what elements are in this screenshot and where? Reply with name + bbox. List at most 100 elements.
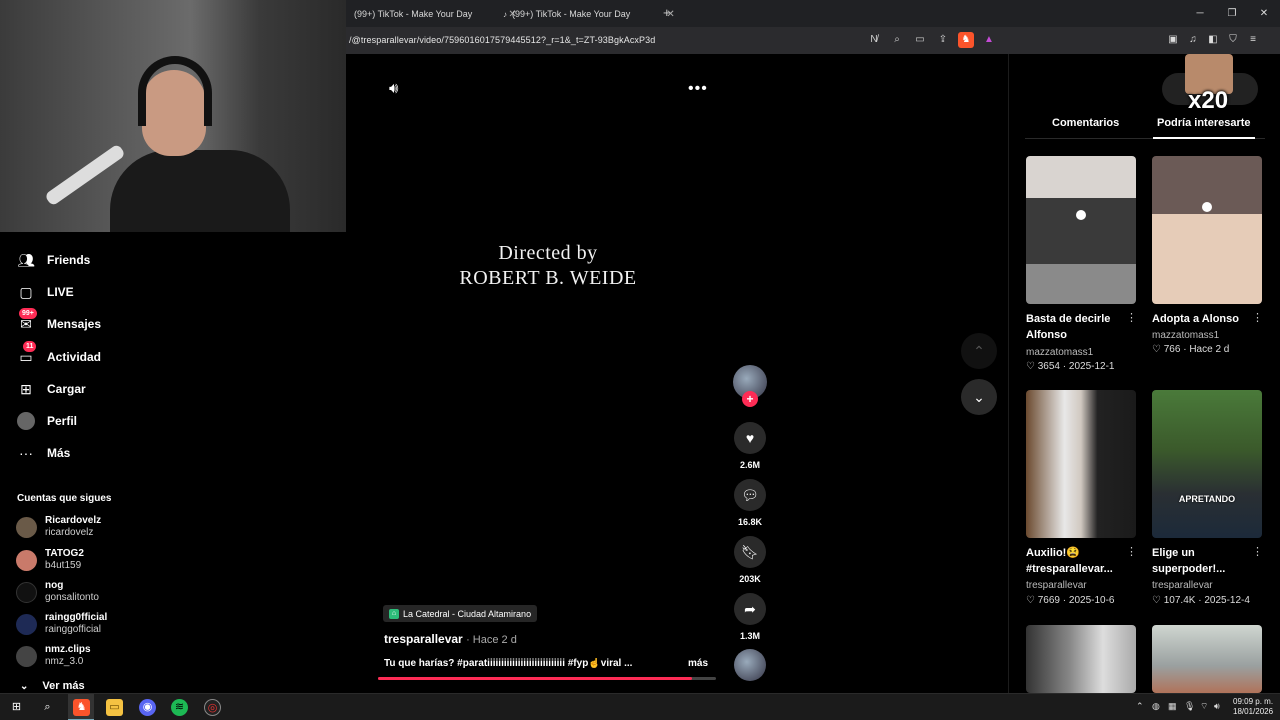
share-action[interactable]: ➦ 1.3M: [732, 593, 768, 641]
following-account[interactable]: TATOG2 b4ut159: [16, 548, 84, 572]
share-arrow-icon[interactable]: ➦: [734, 593, 766, 625]
comment-icon[interactable]: 💬︎: [734, 479, 766, 511]
steam-icon[interactable]: ◍: [1152, 701, 1160, 712]
menu-icon[interactable]: ≡: [1246, 32, 1260, 48]
search-icon[interactable]: ⌕: [39, 699, 56, 716]
following-account[interactable]: nmz.clips nmz_3.0: [16, 644, 91, 668]
clock-time: 09:09 p. m.: [1233, 697, 1274, 706]
following-account[interactable]: raingg0fficial rainggofficial: [16, 612, 107, 636]
volume-icon[interactable]: 🔊︎: [389, 80, 398, 97]
location-label: La Catedral - Ciudad Altamirano: [403, 608, 532, 619]
location-tag[interactable]: ⌂ La Catedral - Ciudad Altamirano: [383, 605, 538, 622]
chevron-down-icon: ⌄: [20, 680, 29, 692]
card-likes: 107.4K: [1163, 595, 1196, 606]
more-options-icon[interactable]: •••: [688, 80, 708, 98]
following-account[interactable]: nog gonsalitonto: [16, 580, 99, 604]
sidebar-item-messages[interactable]: ✉ 99+ Mensajes: [17, 308, 101, 334]
brave-browser-icon[interactable]: ♞: [73, 699, 90, 716]
microphone-icon[interactable]: 🎙︎: [1184, 701, 1195, 712]
card-author[interactable]: tresparallevar: [1152, 580, 1213, 591]
caption-more-button[interactable]: más: [688, 658, 708, 669]
system-clock[interactable]: 09:09 p. m. 18/01/2026: [1233, 697, 1273, 717]
brave-shields-icon[interactable]: ♞: [958, 32, 974, 48]
card-title[interactable]: Auxilio!😫 #tresparallevar...: [1026, 545, 1126, 577]
sound-avatar[interactable]: [734, 649, 766, 681]
discord-icon[interactable]: ◉: [139, 699, 156, 716]
following-account[interactable]: Ricardovelz ricardovelz: [16, 515, 101, 539]
card-date: 2025-12-4: [1204, 595, 1250, 606]
video-thumbnail[interactable]: APRETANDO: [1152, 390, 1262, 538]
sidebar-toggle-icon[interactable]: ◧: [1206, 32, 1220, 48]
restore-icon[interactable]: ❐: [1216, 0, 1248, 27]
follow-plus-icon[interactable]: +: [742, 391, 758, 407]
new-tab-icon[interactable]: +: [663, 5, 671, 20]
video-thumbnail[interactable]: [1152, 625, 1262, 693]
card-author[interactable]: tresparallevar: [1026, 580, 1087, 591]
sidebar-item-more[interactable]: ··· Más: [17, 443, 70, 463]
sidebar-item-upload[interactable]: ⊞ Cargar: [17, 379, 86, 399]
sidebar-item-activity[interactable]: ▭ 11 Actividad: [17, 341, 102, 367]
card-author[interactable]: mazzatomass1: [1026, 347, 1093, 358]
tab-recommended[interactable]: Podría interesarte: [1157, 117, 1251, 129]
tray-chevron-icon[interactable]: ⌃: [1136, 701, 1144, 712]
tab-comments[interactable]: Comentarios: [1052, 117, 1119, 129]
previous-video-button[interactable]: ⌃: [961, 333, 997, 369]
see-more-button[interactable]: ⌄ Ver más: [20, 680, 85, 692]
vpn-icon[interactable]: ⛉: [1226, 32, 1240, 48]
messages-badge: 99+: [19, 308, 37, 319]
video-thumbnail[interactable]: [1026, 390, 1136, 538]
video-author[interactable]: tresparallevar · Hace 2 d: [384, 632, 517, 646]
spotify-icon[interactable]: ≋: [171, 699, 188, 716]
following-header: Cuentas que sigues: [17, 493, 112, 504]
card-menu-icon[interactable]: ⋮: [1126, 311, 1137, 324]
wifi-icon[interactable]: ⌔: [1200, 701, 1208, 712]
obs-icon[interactable]: ◎: [204, 699, 221, 716]
video-thumbnail[interactable]: [1026, 156, 1136, 304]
card-menu-icon[interactable]: ⋮: [1252, 545, 1263, 558]
bookmark-icon[interactable]: 🔖︎: [734, 536, 766, 568]
card-menu-icon[interactable]: ⋮: [1252, 311, 1263, 324]
like-action[interactable]: ♥ 2.6M: [732, 422, 768, 470]
url-field[interactable]: /@tresparallevar/video/75960160175794455…: [349, 35, 655, 45]
heart-icon[interactable]: ♥: [734, 422, 766, 454]
volume-tray-icon[interactable]: 🔊︎: [1214, 701, 1220, 712]
video-thumbnail[interactable]: [1026, 625, 1136, 693]
sidebar-item-label: Más: [47, 446, 71, 460]
friends-icon: 👥︎: [17, 252, 35, 268]
brave-rewards-icon[interactable]: ▲: [981, 32, 997, 48]
card-author[interactable]: mazzatomass1: [1152, 330, 1219, 341]
file-explorer-icon[interactable]: ▭: [106, 699, 123, 716]
video-overlay-text: Directed by ROBERT B. WEIDE: [430, 241, 666, 291]
network-icon[interactable]: ▦: [1168, 701, 1177, 712]
video-player[interactable]: [346, 54, 1008, 693]
browser-tab-active[interactable]: ♪ (99+) TikTok - Make Your Day ✕: [503, 3, 675, 25]
card-likes: 766: [1163, 344, 1181, 355]
minimize-icon[interactable]: ─: [1184, 0, 1216, 27]
browser-tab[interactable]: (99+) TikTok - Make Your Day ✕: [354, 3, 517, 25]
zoom-icon[interactable]: ⌕: [889, 32, 905, 48]
sidebar-item-friends[interactable]: 👥︎ Friends: [17, 250, 90, 270]
share-count: 1.3M: [739, 631, 760, 641]
video-progress-bar[interactable]: [378, 677, 716, 680]
author-name[interactable]: tresparallevar: [384, 632, 463, 646]
sidebar-item-label: Actividad: [47, 350, 102, 364]
cast-icon[interactable]: ▭: [912, 32, 928, 48]
sidebar-item-live[interactable]: ▢ LIVE: [17, 282, 73, 302]
card-date: 2025-12-1: [1068, 361, 1115, 372]
video-thumbnail[interactable]: [1152, 156, 1262, 304]
reading-list-icon[interactable]: ▣: [1166, 32, 1180, 48]
save-action[interactable]: 🔖︎ 203K: [732, 536, 768, 584]
translate-icon[interactable]: N̸: [866, 32, 882, 48]
card-title[interactable]: Elige un superpoder!...: [1152, 545, 1252, 577]
close-window-icon[interactable]: ✕: [1248, 0, 1280, 27]
card-menu-icon[interactable]: ⋮: [1126, 545, 1137, 558]
save-count: 203K: [739, 574, 761, 584]
next-video-button[interactable]: ⌄: [961, 379, 997, 415]
media-icon[interactable]: ♫: [1186, 32, 1200, 48]
card-title[interactable]: Basta de decirle Alfonso: [1026, 311, 1126, 343]
card-title[interactable]: Adopta a Alonso: [1152, 311, 1252, 327]
sidebar-item-profile[interactable]: Perfil: [17, 411, 77, 431]
comment-action[interactable]: 💬︎ 16.8K: [732, 479, 768, 527]
windows-start-icon[interactable]: ⊞: [8, 699, 25, 716]
share-icon[interactable]: ⇪: [935, 32, 951, 48]
